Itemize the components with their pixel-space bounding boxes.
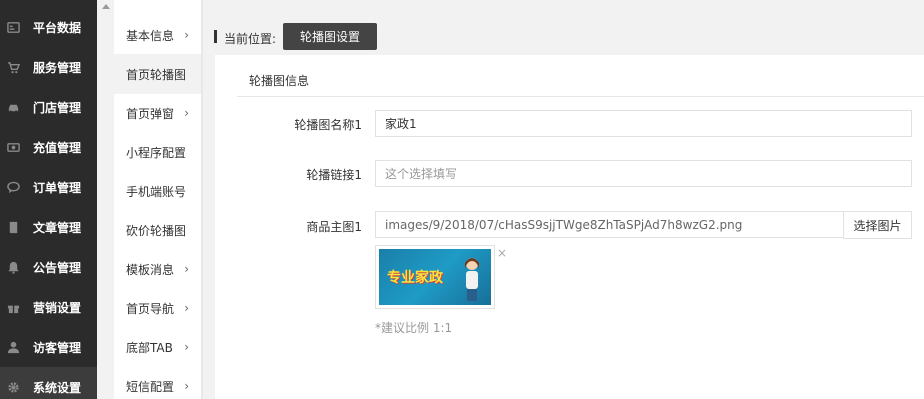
submenu-item-miniprogram-config[interactable]: 小程序配置 xyxy=(114,132,201,172)
scroll-up-arrow-icon[interactable] xyxy=(102,4,110,9)
submenu-item-label: 砍价轮播图 xyxy=(126,223,187,238)
breadcrumb-label: 当前位置: xyxy=(224,32,277,46)
carousel-link-input[interactable]: 这个选择填写 xyxy=(375,160,912,187)
sidebar-item-label: 访客管理 xyxy=(33,340,82,355)
submenu-item-label: 小程序配置 xyxy=(126,145,187,160)
breadcrumb-current[interactable]: 轮播图设置 xyxy=(283,23,377,50)
chevron-right-icon: › xyxy=(184,28,189,42)
submenu-item-label: 首页轮播图 xyxy=(126,67,187,82)
chevron-right-icon: › xyxy=(184,106,189,120)
main-sidebar: 平台数据 服务管理 门店管理 充值管理 订单管理 文章管理 公告管理 营销设置 … xyxy=(0,0,97,399)
submenu-item-home-nav[interactable]: 首页导航 › xyxy=(114,288,201,328)
submenu-item-label: 模板消息 xyxy=(126,262,175,277)
sidebar-item-articles[interactable]: 文章管理 xyxy=(0,207,97,247)
submenu-item-bottom-tab[interactable]: 底部TAB › xyxy=(114,327,201,367)
submenu-item-bargain-carousel[interactable]: 砍价轮播图 xyxy=(114,210,201,250)
panel-title: 轮播图信息 xyxy=(249,74,310,88)
bell-icon xyxy=(6,260,20,274)
sidebar-item-label: 系统设置 xyxy=(33,380,82,395)
money-icon xyxy=(6,140,20,154)
sidebar-item-stores[interactable]: 门店管理 xyxy=(0,87,97,127)
sidebar-item-label: 订单管理 xyxy=(33,180,82,195)
user-icon xyxy=(6,340,20,354)
sidebar-item-label: 平台数据 xyxy=(33,20,82,35)
divider xyxy=(201,0,203,399)
chat-icon xyxy=(6,180,20,194)
name-label-wrap: 轮播图名称1 xyxy=(215,116,362,142)
submenu-item-mobile-account[interactable]: 手机端账号 xyxy=(114,171,201,211)
sidebar-item-label: 充值管理 xyxy=(33,140,82,155)
cart-icon xyxy=(6,60,20,74)
breadcrumb-marker xyxy=(214,30,217,43)
sidebar-item-label: 门店管理 xyxy=(33,100,82,115)
book-icon xyxy=(6,220,20,234)
chevron-right-icon: › xyxy=(184,340,189,354)
submenu-item-label: 短信配置 xyxy=(126,379,175,394)
submenu-item-label: 基本信息 xyxy=(126,28,175,43)
image-label-wrap: 商品主图1 xyxy=(215,218,362,244)
carousel-name-label: 轮播图名称1 xyxy=(294,118,362,132)
car-icon xyxy=(6,100,20,114)
remove-image-icon[interactable]: × xyxy=(497,246,507,260)
select-image-button[interactable]: 选择图片 xyxy=(843,211,912,239)
gear-icon xyxy=(6,380,20,394)
submenu-item-label: 首页弹窗 xyxy=(126,106,175,121)
sidebar-item-label: 营销设置 xyxy=(33,300,82,315)
sidebar-scrollbar[interactable] xyxy=(97,0,114,399)
ratio-hint: *建议比例 1:1 xyxy=(375,321,453,335)
sidebar-item-label: 公告管理 xyxy=(33,260,82,275)
chevron-right-icon: › xyxy=(184,379,189,393)
submenu-item-home-popup[interactable]: 首页弹窗 › xyxy=(114,93,201,133)
gift-icon xyxy=(6,300,20,314)
submenu-item-template-messages[interactable]: 模板消息 › xyxy=(114,249,201,289)
thumbnail-text: 专业家政 xyxy=(387,270,443,286)
sidebar-item-notices[interactable]: 公告管理 xyxy=(0,247,97,287)
sidebar-item-recharge[interactable]: 充值管理 xyxy=(0,127,97,167)
main-image-label: 商品主图1 xyxy=(306,220,362,234)
submenu-item-label: 手机端账号 xyxy=(126,184,187,199)
sidebar-item-system-settings[interactable]: 系统设置 xyxy=(0,367,97,399)
sidebar-item-visitors[interactable]: 访客管理 xyxy=(0,327,97,367)
submenu-item-home-carousel[interactable]: 首页轮播图 xyxy=(114,54,201,94)
thumbnail-image: 专业家政 xyxy=(379,249,491,305)
settings-submenu: 基本信息 › 首页轮播图 首页弹窗 › 小程序配置 手机端账号 砍价轮播图 模板… xyxy=(114,0,201,399)
submenu-item-label: 首页导航 xyxy=(126,301,175,316)
sidebar-item-orders[interactable]: 订单管理 xyxy=(0,167,97,207)
submenu-item-label: 底部TAB xyxy=(126,340,173,355)
sidebar-item-service[interactable]: 服务管理 xyxy=(0,47,97,87)
chevron-right-icon: › xyxy=(184,301,189,315)
sidebar-item-platform-data[interactable]: 平台数据 xyxy=(0,7,97,47)
sidebar-item-marketing[interactable]: 营销设置 xyxy=(0,287,97,327)
image-path-input[interactable]: images/9/2018/07/cHasS9sjjTWge8ZhTaSPjAd… xyxy=(375,211,844,238)
dashboard-icon xyxy=(6,20,20,34)
divider xyxy=(237,96,924,97)
link-label-wrap: 轮播链接1 xyxy=(215,166,362,192)
submenu-item-sms-config[interactable]: 短信配置 › xyxy=(114,366,201,399)
carousel-link-label: 轮播链接1 xyxy=(306,168,362,182)
person-illustration-icon xyxy=(465,258,479,301)
carousel-name-input[interactable]: 家政1 xyxy=(375,110,912,137)
image-thumbnail: 专业家政 xyxy=(375,245,495,309)
sidebar-item-label: 文章管理 xyxy=(33,220,82,235)
sidebar-item-label: 服务管理 xyxy=(33,60,82,75)
submenu-item-basic-info[interactable]: 基本信息 › xyxy=(114,15,201,55)
chevron-right-icon: › xyxy=(184,262,189,276)
